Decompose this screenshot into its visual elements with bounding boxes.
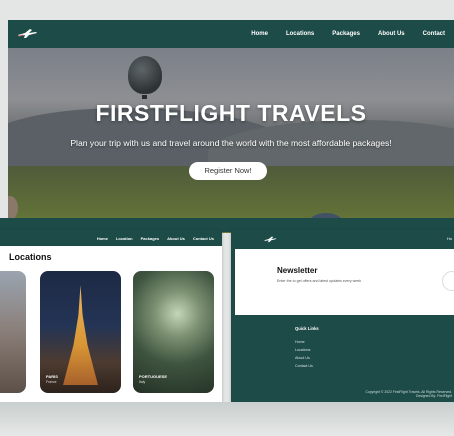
locations-title: Locations (9, 252, 52, 262)
nav-link-contact[interactable]: Contact (414, 31, 454, 37)
copyright-text: Copyright © 2022 FirstFlight Travels. Al… (365, 390, 452, 399)
location-card[interactable] (0, 271, 26, 393)
loc-nav-link-packages[interactable]: Packages (137, 236, 163, 241)
newsletter-text: Enter the to get offers and latest updat… (277, 279, 362, 283)
eiffel-tower-image (63, 285, 98, 385)
footer-heading: Quick Links (295, 326, 319, 331)
plane-logo-icon[interactable] (263, 235, 277, 243)
card-sublabel: France (46, 380, 57, 384)
newsletter-navbar: Ho (231, 230, 454, 248)
loc-nav-link-contact-us[interactable]: Contact Us (189, 236, 218, 241)
bottom-background (0, 402, 454, 436)
loc-nav-link-about-us[interactable]: About Us (163, 236, 189, 241)
balloon-basket (142, 95, 147, 99)
hero-section: FIRSTFLIGHT TRAVELS Plan your trip with … (8, 48, 454, 233)
card-sublabel: Italy (139, 380, 146, 384)
nav-link-packages[interactable]: Packages (323, 31, 369, 37)
nav-link-home[interactable]: Home (242, 31, 277, 37)
location-card-paris[interactable]: PARIS France (40, 271, 121, 393)
newsletter-page-preview: Ho Newsletter Enter the to get offers an… (231, 230, 454, 402)
loc-nav-link-location[interactable]: Location (112, 236, 137, 241)
footer-link-locations[interactable]: Locations (295, 348, 310, 352)
newsletter-box: Newsletter Enter the to get offers and l… (235, 249, 454, 315)
screenshot-frame: Home Locations Packages About Us Contact… (0, 0, 454, 436)
footer-link-contact-us[interactable]: Contact Us (295, 364, 313, 368)
location-card-forest[interactable]: PORTUGUESE Italy (133, 271, 214, 393)
nav-links: Home Locations Packages About Us Contact (242, 20, 454, 48)
register-now-button[interactable]: Register Now! (189, 162, 267, 180)
card-label: PORTUGUESE (139, 374, 168, 379)
footer-link-home[interactable]: Home (295, 340, 305, 344)
footer-link-about-us[interactable]: About Us (295, 356, 310, 360)
locations-nav-links: Home Location Packages About Us Contact … (93, 230, 218, 246)
hero-subtitle: Plan your trip with us and travel around… (70, 138, 392, 148)
hot-air-balloon-image (128, 56, 162, 94)
nav-link-about-us[interactable]: About Us (369, 31, 414, 37)
newsletter-title: Newsletter (277, 266, 318, 275)
newsletter-nav-link[interactable]: Ho (447, 236, 452, 241)
plane-logo-icon[interactable] (16, 27, 38, 39)
locations-page-preview: Home Location Packages About Us Contact … (0, 230, 222, 402)
loc-nav-link-home[interactable]: Home (93, 236, 112, 241)
main-navbar: Home Locations Packages About Us Contact (8, 20, 454, 48)
card-label: PARIS (46, 374, 58, 379)
nav-link-locations[interactable]: Locations (277, 31, 323, 37)
hero-title: FIRSTFLIGHT TRAVELS (95, 100, 367, 126)
locations-navbar: Home Location Packages About Us Contact … (0, 230, 222, 246)
newsletter-subscribe-control[interactable] (442, 271, 454, 291)
